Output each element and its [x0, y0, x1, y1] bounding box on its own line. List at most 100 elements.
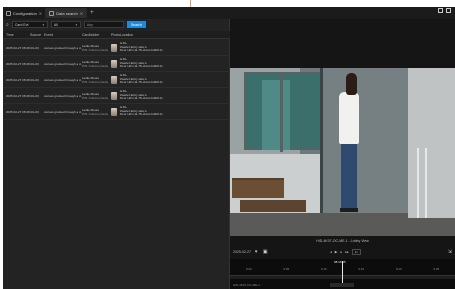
cell-time: 2025-02-27 08:46:06: [6, 45, 30, 50]
cell-photo: [111, 75, 120, 84]
forward-icon[interactable]: ▸▸: [345, 250, 349, 254]
cell-event: Access granted through a d...: [44, 45, 82, 50]
top-accent-line: [190, 0, 191, 7]
scene-pillar-line: [425, 148, 427, 218]
filter-icon[interactable]: ⌕: [6, 22, 9, 28]
cardholder-photo: [111, 43, 117, 52]
step-back-icon[interactable]: ◂: [330, 250, 332, 254]
app-window: Configuration ✕ Data search ✕ + ⌕ Card E…: [3, 7, 455, 289]
header-event[interactable]: Event: [44, 33, 82, 37]
search-icon: [49, 10, 55, 16]
person-legs: [341, 143, 357, 211]
play-icon[interactable]: ▶: [335, 250, 338, 254]
cell-cardholder: Leslie Moore PIN: Current (Card): [82, 75, 109, 84]
scene-window: [244, 72, 324, 152]
cell-time: 2025-02-27 08:46:05: [6, 109, 30, 114]
table-row[interactable]: 2025-02-27 08:46:06 UG-03 Access granted…: [3, 88, 230, 104]
tab-configuration[interactable]: Configuration ✕: [3, 8, 47, 18]
chevron-down-icon: ▼: [74, 22, 78, 27]
playback-date[interactable]: 2025-02-27: [233, 250, 251, 254]
header-photo[interactable]: Photo: [111, 33, 120, 37]
tab-bar: Configuration ✕ Data search ✕ +: [3, 7, 455, 19]
cell-time: 2025-02-27 08:46:05: [6, 77, 30, 82]
table-row[interactable]: 2025-02-27 08:46:05 UG-03 Access granted…: [3, 104, 230, 120]
search-button[interactable]: Search: [126, 21, 146, 28]
cell-source: UG-03: [30, 93, 39, 98]
header-time[interactable]: Time: [3, 33, 30, 37]
table-row[interactable]: 2025-02-27 08:46:05 UG-03 Access granted…: [3, 72, 230, 88]
cell-source: UG-03: [30, 45, 39, 50]
range-select[interactable]: All ▼: [50, 21, 81, 28]
header-location[interactable]: Location: [120, 33, 200, 37]
scene-bench: [232, 178, 284, 198]
scene-door-frame: [320, 68, 323, 213]
timeline[interactable]: 9:00 9:05 9:10 9:15 9:20 9:25 08:46:05 H…: [230, 259, 455, 289]
person-hair: [346, 73, 357, 95]
timeline-range[interactable]: [330, 283, 354, 287]
cell-location: H-DL Zweiter Entry side A Door HID (11-7…: [120, 73, 163, 85]
cell-event: Access granted through a d...: [44, 109, 82, 114]
cell-time: 2025-02-27 08:46:05: [6, 61, 30, 66]
speed-select[interactable]: 1x: [351, 249, 361, 255]
expand-icon[interactable]: ⇲: [448, 249, 452, 255]
cardholder-photo: [111, 75, 117, 84]
video-panel: HID-4K07-OC-ME-1 - Lobby View 2025-02-27…: [230, 19, 455, 289]
person-body: [339, 92, 359, 144]
table-row[interactable]: 2025-02-27 08:46:05 UG-03 Access granted…: [3, 56, 230, 72]
video-tile[interactable]: [230, 68, 455, 236]
cell-event: Access granted through a d...: [44, 77, 82, 82]
table-header: Time Source Event Cardholder Photo Locat…: [3, 31, 230, 39]
scene-pillar: [408, 68, 455, 218]
gear-icon: [6, 10, 11, 16]
scene-mullion: [280, 74, 283, 152]
tab-data-search[interactable]: Data search ✕: [46, 8, 88, 18]
cell-event: Access granted through a d...: [44, 93, 82, 98]
cell-source: UG-03: [30, 61, 39, 66]
cell-source: UG-03: [30, 109, 39, 114]
export-icon[interactable]: ▣: [263, 249, 268, 255]
header-source[interactable]: Source: [30, 33, 44, 37]
close-icon[interactable]: ✕: [39, 11, 42, 16]
scene-bench-seat: [240, 200, 306, 212]
cell-photo: [111, 59, 120, 68]
cardholder-photo: [111, 91, 117, 100]
transport-controls: ◂ ▶ ▸ ▸▸ 1x: [330, 249, 361, 255]
cell-cardholder: Leslie Moore PIN: Current (Card): [82, 59, 109, 68]
person-shoes: [340, 208, 358, 212]
results-list: 2025-02-27 08:46:06 UG-03 Access granted…: [3, 40, 230, 120]
tab-label: Configuration: [13, 10, 37, 16]
timeline-cursor[interactable]: [342, 261, 343, 283]
cell-location: H-DL Zweiter Entry side A Door HID (11-7…: [120, 89, 163, 101]
window-controls: [438, 8, 451, 13]
menu-icon[interactable]: [446, 8, 451, 13]
cell-photo: [111, 91, 120, 100]
filter-bar: ⌕ Card Evt ▼ All ▼ Any Search: [3, 19, 230, 30]
scene-glass: [262, 80, 290, 150]
fullscreen-icon[interactable]: [438, 8, 443, 13]
cell-location: H-DL Zweiter Entry side A Door HID (11-7…: [120, 105, 163, 117]
event-type-select[interactable]: Card Evt ▼: [11, 21, 48, 28]
timeline-cursor-time: 08:46:05: [334, 260, 346, 264]
close-icon[interactable]: ✕: [80, 11, 83, 16]
table-row[interactable]: 2025-02-27 08:46:06 UG-03 Access granted…: [3, 40, 230, 56]
cardholder-photo: [111, 107, 117, 116]
cell-cardholder: Leslie Moore PIN: Current (Card): [82, 43, 109, 52]
results-panel: ⌕ Card Evt ▼ All ▼ Any Search Time Source …: [3, 19, 230, 289]
camera-caption: HID-4K07-OC-ME-1 - Lobby View: [316, 239, 369, 243]
cell-source: UG-03: [30, 77, 39, 82]
search-input[interactable]: Any: [83, 21, 124, 28]
timeline-camera-label: HID-4K07-OC-ME-1...: [233, 283, 263, 287]
scene-pillar-line: [417, 148, 419, 218]
chevron-down-icon: ▼: [41, 22, 45, 27]
step-forward-icon[interactable]: ▸: [340, 250, 342, 254]
cell-photo: [111, 107, 120, 116]
cell-location: H-DL Zweiter Entry side A Door HID (11-7…: [120, 41, 163, 53]
cell-event: Access granted through a d...: [44, 61, 82, 66]
cell-time: 2025-02-27 08:46:06: [6, 93, 30, 98]
add-tab-button[interactable]: +: [87, 8, 97, 18]
cell-location: H-DL Zweiter Entry side A Door HID (11-7…: [120, 57, 163, 69]
header-cardholder[interactable]: Cardholder: [82, 33, 111, 37]
cell-photo: [111, 43, 120, 52]
cell-cardholder: Leslie Moore PIN: Current (Card): [82, 91, 109, 100]
bookmark-icon[interactable]: ▾: [255, 249, 260, 255]
